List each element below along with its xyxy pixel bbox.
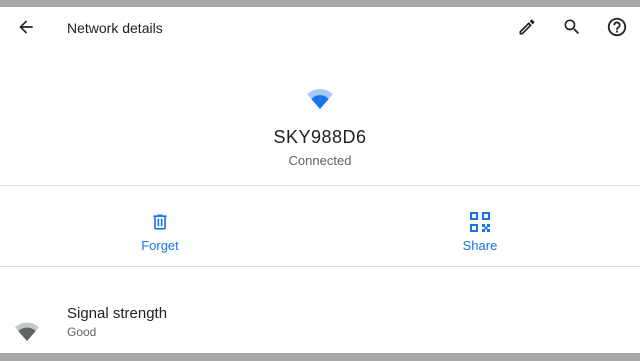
back-arrow-icon [16, 17, 36, 42]
divider [0, 266, 640, 267]
wifi-signal-icon [14, 321, 40, 343]
help-icon [606, 16, 628, 43]
help-button[interactable] [601, 13, 633, 45]
forget-label: Forget [141, 238, 179, 253]
back-button[interactable] [10, 13, 42, 45]
qr-code-icon [468, 210, 492, 234]
search-icon [562, 17, 582, 42]
signal-strength-value: Good [67, 325, 97, 339]
share-button[interactable]: Share [320, 193, 640, 272]
signal-strength-row[interactable]: Signal strength Good [0, 297, 640, 353]
edit-button[interactable] [511, 13, 543, 45]
trash-icon [148, 210, 172, 234]
connection-status: Connected [288, 153, 352, 168]
forget-button[interactable]: Forget [0, 193, 320, 272]
app-bar: Network details [0, 7, 640, 51]
network-details-screen: Network details SKY988D6 Connected Forge… [0, 7, 640, 353]
page-title: Network details [67, 20, 163, 36]
divider [0, 185, 640, 186]
search-button[interactable] [556, 13, 588, 45]
wifi-icon [306, 87, 334, 111]
network-name: SKY988D6 [273, 127, 367, 147]
signal-strength-title: Signal strength [67, 305, 168, 322]
share-label: Share [462, 238, 498, 253]
edit-pencil-icon [517, 17, 537, 42]
